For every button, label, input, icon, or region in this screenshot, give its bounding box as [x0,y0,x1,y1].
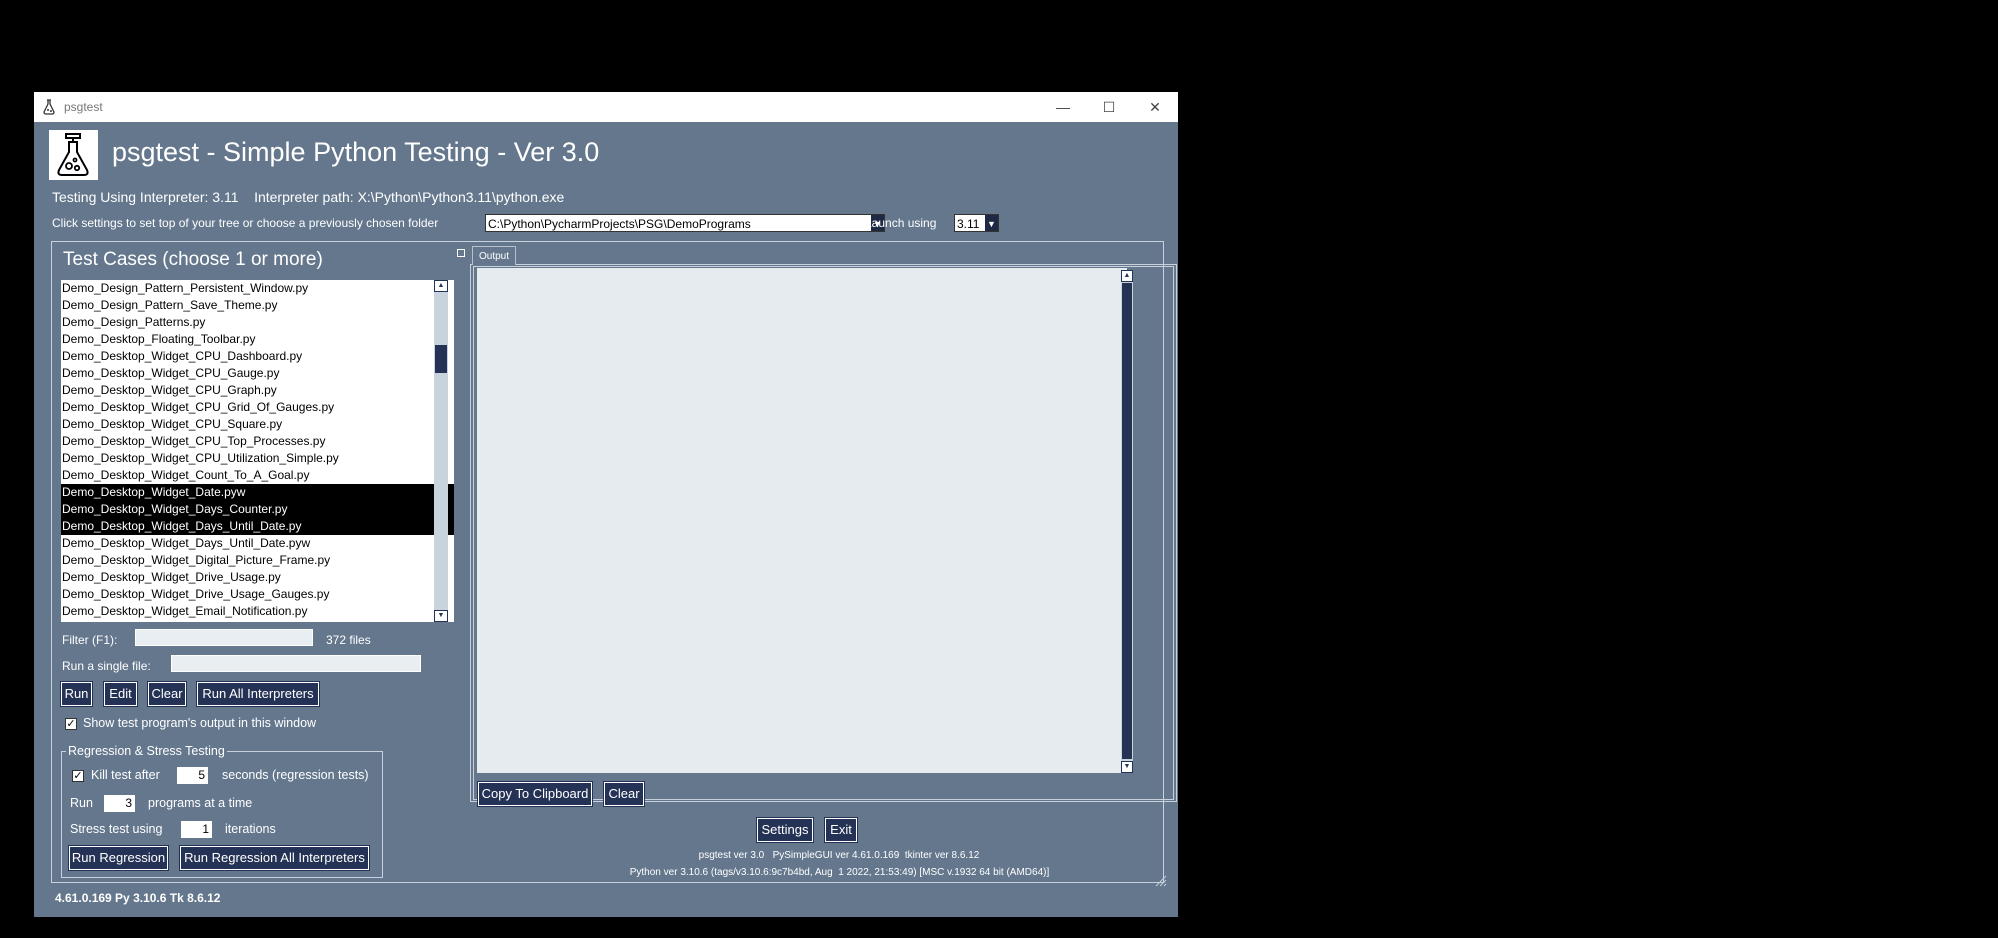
launch-combo-value: 3.11 [957,217,980,231]
tab-output[interactable]: Output [472,246,516,265]
settings-button[interactable]: Settings [757,818,813,842]
list-item[interactable]: Demo_Desktop_Widget_CPU_Graph.py [61,382,454,399]
single-file-input[interactable] [171,655,421,672]
window-title: psgtest [64,100,103,114]
run-count-suffix: programs at a time [148,796,253,810]
close-icon: ✕ [1149,99,1161,115]
list-item[interactable]: Demo_Desktop_Widget_Days_Until_Date.pyw [61,535,454,552]
close-button[interactable]: ✕ [1132,92,1178,122]
run-count-label: Run [70,796,93,810]
exit-button[interactable]: Exit [825,818,857,842]
list-item[interactable]: Demo_Desktop_Widget_CPU_Top_Processes.py [61,433,454,450]
list-item[interactable]: Demo_Desktop_Widget_CPU_Square.py [61,416,454,433]
app-window: psgtest — ☐ ✕ psgtest - Simple Python Te… [34,92,1178,917]
clear-output-button[interactable]: Clear [604,782,644,806]
resize-grip-icon[interactable] [1153,873,1167,887]
app-heading: psgtest - Simple Python Testing - Ver 3.… [112,137,600,167]
list-item[interactable]: Demo_Desktop_Widget_CPU_Dashboard.py [61,348,454,365]
stress-iterations-input[interactable]: 1 [181,821,212,838]
launch-combo[interactable]: 3.11 ▼ [954,214,999,232]
filter-input[interactable] [135,629,313,646]
title-bar[interactable]: psgtest — ☐ ✕ [34,92,1178,122]
edit-button[interactable]: Edit [104,682,137,706]
list-item[interactable]: Demo_Desktop_Widget_Drive_Usage_Gauges.p… [61,586,454,603]
output-textarea[interactable] [477,268,1127,773]
launch-label: Launch using [865,216,937,230]
run-all-interpreters-button[interactable]: Run All Interpreters [197,682,319,706]
list-item[interactable]: Demo_Desktop_Widget_Days_Until_Date.py [61,518,454,535]
scroll-up-icon[interactable]: ▲ [434,280,448,292]
list-item[interactable]: Demo_Desktop_Widget_CPU_Grid_Of_Gauges.p… [61,399,454,416]
filter-label: Filter (F1): [62,633,118,647]
scroll-down-icon[interactable]: ▼ [1121,761,1133,773]
list-item[interactable]: Demo_Desktop_Widget_Date.pyw [61,484,454,501]
list-item[interactable]: Demo_Desktop_Widget_CPU_Gauge.py [61,365,454,382]
interpreter-info: Testing Using Interpreter: 3.11 Interpre… [52,189,565,205]
chevron-down-icon[interactable]: ▼ [985,215,998,231]
run-count-input[interactable]: 3 [104,795,135,812]
regression-title: Regression & Stress Testing [66,744,227,758]
stress-suffix: iterations [225,822,276,836]
status-bar-text: 4.61.0.169 Py 3.10.6 Tk 8.6.12 [55,891,221,905]
version-line-1: psgtest ver 3.0 PySimpleGUI ver 4.61.0.1… [698,850,980,861]
run-regression-button[interactable]: Run Regression [69,846,168,870]
output-scrollbar[interactable]: ▲ ▼ [1121,270,1133,773]
list-item[interactable]: Demo_Desktop_Widget_Drive_Usage.py [61,569,454,586]
single-file-label: Run a single file: [62,659,151,673]
test-cases-title: Test Cases (choose 1 or more) [63,249,323,270]
flask-icon [43,99,55,115]
list-item[interactable]: Demo_Desktop_Floating_Toolbar.py [61,331,454,348]
pane-sash-handle[interactable] [457,249,465,257]
show-output-label: Show test program's output in this windo… [83,716,317,730]
clear-list-button[interactable]: Clear [148,682,186,706]
version-line-2: Python ver 3.10.6 (tags/v3.10.6:9c7b4bd,… [629,867,1050,878]
maximize-button[interactable]: ☐ [1086,92,1132,122]
list-item[interactable]: Demo_Desktop_Widget_Digital_Picture_Fram… [61,552,454,569]
maximize-icon: ☐ [1102,99,1116,115]
run-button[interactable]: Run [61,682,92,706]
list-item[interactable]: Demo_Desktop_Widget_Count_To_A_Goal.py [61,467,454,484]
list-item[interactable]: Demo_Desktop_Widget_Email_Notification.p… [61,603,454,620]
show-output-checkbox[interactable]: ✓ [65,718,77,730]
flask-logo-icon [49,130,98,180]
kill-seconds-input[interactable]: 5 [177,767,208,784]
kill-test-suffix: seconds (regression tests) [222,768,369,782]
scrollbar-thumb[interactable] [1122,283,1132,759]
scroll-down-icon[interactable]: ▼ [434,610,448,622]
kill-test-checkbox[interactable]: ✓ [72,770,84,782]
list-item[interactable]: Demo_Design_Pattern_Persistent_Window.py [61,280,454,297]
scroll-up-icon[interactable]: ▲ [1121,270,1133,282]
folder-combo[interactable]: C:\Python\PycharmProjects\PSG\DemoProgra… [485,214,885,232]
list-item[interactable]: Demo_Design_Patterns.py [61,314,454,331]
test-cases-scrollbar[interactable]: ▲ ▼ [434,280,448,622]
copy-to-clipboard-button[interactable]: Copy To Clipboard [478,782,592,806]
list-item[interactable]: Demo_Desktop_Widget_CPU_Utilization_Simp… [61,450,454,467]
folder-prompt: Click settings to set top of your tree o… [52,216,439,230]
list-item[interactable]: Demo_Desktop_Widget_Days_Counter.py [61,501,454,518]
minimize-button[interactable]: — [1040,92,1086,122]
stress-label: Stress test using [70,822,163,836]
run-regression-all-button[interactable]: Run Regression All Interpreters [180,846,369,870]
kill-test-label: Kill test after [91,768,160,782]
folder-combo-value: C:\Python\PycharmProjects\PSG\DemoProgra… [488,217,751,231]
file-count: 372 files [326,633,371,647]
test-cases-list[interactable]: Demo_Design_Pattern_Persistent_Window.py… [61,280,454,622]
list-item[interactable]: Demo_Design_Pattern_Save_Theme.py [61,297,454,314]
scrollbar-thumb[interactable] [435,345,447,373]
minimize-icon: — [1056,99,1070,115]
